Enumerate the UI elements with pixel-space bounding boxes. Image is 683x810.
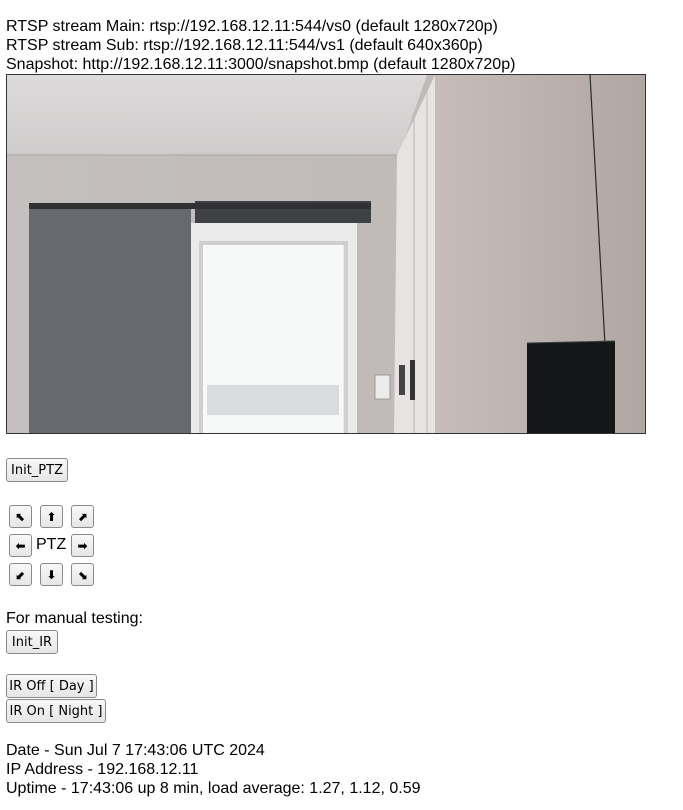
ptz-label: PTZ xyxy=(36,536,67,553)
snapshot-url-text: Snapshot: http://192.168.12.11:3000/snap… xyxy=(6,56,516,73)
status-uptime: Uptime - 17:43:06 up 8 min, load average… xyxy=(6,780,421,797)
ptz-down-right-button[interactable]: ⬊ xyxy=(71,563,94,586)
rtsp-sub-text: RTSP stream Sub: rtsp://192.168.12.11:54… xyxy=(6,37,483,54)
init-ptz-button[interactable]: Init_PTZ xyxy=(6,458,68,482)
status-date: Date - Sun Jul 7 17:43:06 UTC 2024 xyxy=(6,742,265,759)
ptz-down-button[interactable]: ⬇ xyxy=(40,563,63,586)
ir-on-night-button[interactable]: IR On [ Night ] xyxy=(6,699,106,723)
ir-off-day-button[interactable]: IR Off [ Day ] xyxy=(6,674,97,698)
rtsp-main-text: RTSP stream Main: rtsp://192.168.12.11:5… xyxy=(6,18,498,35)
ptz-right-button[interactable]: ➡ xyxy=(71,534,94,557)
ptz-up-right-button[interactable]: ⬈ xyxy=(71,505,94,528)
ptz-down-left-button[interactable]: ⬋ xyxy=(9,563,32,586)
camera-snapshot-image xyxy=(6,74,646,434)
init-ir-button[interactable]: Init_IR xyxy=(6,630,58,654)
ptz-up-left-button[interactable]: ⬉ xyxy=(9,505,32,528)
manual-testing-label: For manual testing: xyxy=(6,610,143,627)
ptz-left-button[interactable]: ⬅ xyxy=(9,534,32,557)
ptz-up-button[interactable]: ⬆ xyxy=(40,505,63,528)
status-ip-address: IP Address - 192.168.12.11 xyxy=(6,761,199,778)
